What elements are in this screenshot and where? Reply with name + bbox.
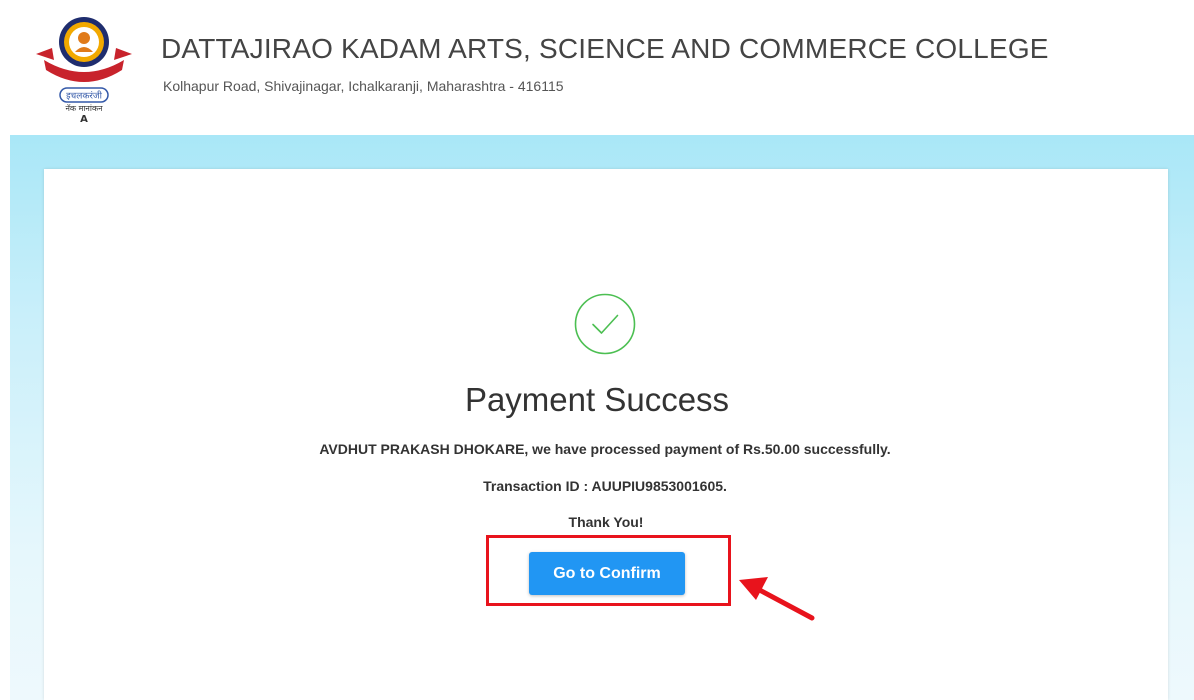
logo-text-top: इचलकरंजी [66, 90, 103, 102]
college-name: DATTAJIRAO KADAM ARTS, SCIENCE AND COMME… [161, 33, 1049, 64]
college-logo: इचलकरंजी नॅक मानांकन A [34, 14, 134, 125]
logo-grade: A [80, 114, 88, 124]
logo-text-bottom: नॅक मानांकन [65, 104, 103, 113]
thank-you-text: Thank You! [568, 514, 644, 530]
check-circle-icon [574, 293, 636, 355]
go-to-confirm-button[interactable]: Go to Confirm [529, 552, 685, 595]
site-header [10, 10, 1194, 135]
payment-status-title: Payment Success [464, 381, 730, 418]
payment-card [44, 169, 1168, 700]
transaction-id: Transaction ID : AUUPIU9853001605. [483, 478, 727, 494]
payment-message: AVDHUT PRAKASH DHOKARE, we have processe… [319, 441, 891, 457]
college-address: Kolhapur Road, Shivajinagar, Ichalkaranj… [163, 78, 564, 94]
college-emblem-icon: इचलकरंजी नॅक मानांकन A [36, 17, 132, 125]
annotation-arrow-icon [734, 572, 818, 624]
